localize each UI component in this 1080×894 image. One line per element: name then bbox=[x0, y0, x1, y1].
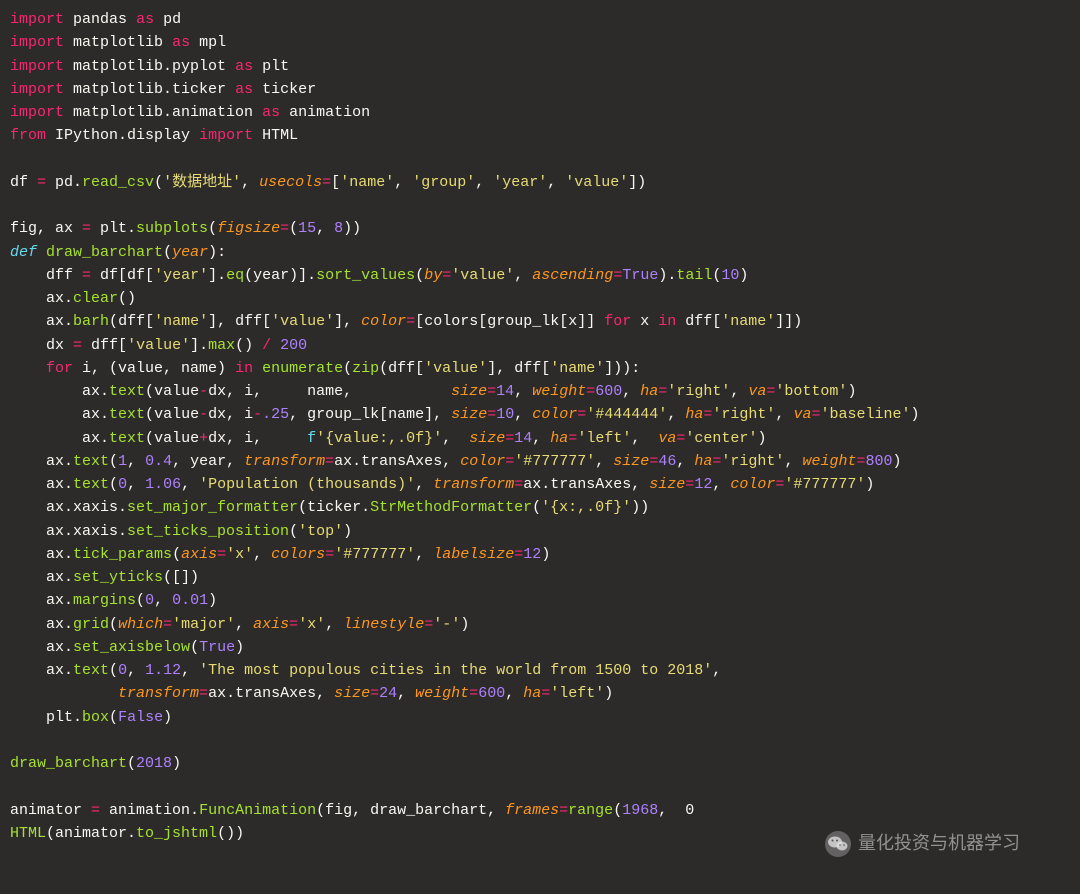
code-line: import matplotlib.ticker as ticker bbox=[10, 81, 316, 98]
code-line: import matplotlib.animation as animation bbox=[10, 104, 370, 121]
code-line: plt.box(False) bbox=[10, 709, 172, 726]
code-line: df = pd.read_csv('数据地址', usecols=['name'… bbox=[10, 174, 646, 191]
code-line: ax.text(0, 1.06, 'Population (thousands)… bbox=[10, 476, 874, 493]
code-line: transform=ax.transAxes, size=24, weight=… bbox=[10, 685, 613, 702]
code-line: ax.clear() bbox=[10, 290, 136, 307]
code-line: ax.margins(0, 0.01) bbox=[10, 592, 217, 609]
code-line: animator = animation.FuncAnimation(fig, … bbox=[10, 802, 694, 819]
code-editor: import pandas as pd import matplotlib as… bbox=[10, 8, 1070, 845]
code-line: ax.text(value-dx, i-.25, group_lk[name],… bbox=[10, 406, 920, 423]
code-line: ax.text(0, 1.12, 'The most populous citi… bbox=[10, 662, 721, 679]
code-line: dff = df[df['year'].eq(year)].sort_value… bbox=[10, 267, 748, 284]
code-line: ax.barh(dff['name'], dff['value'], color… bbox=[10, 313, 802, 330]
code-line: ax.set_yticks([]) bbox=[10, 569, 199, 586]
code-line: fig, ax = plt.subplots(figsize=(15, 8)) bbox=[10, 220, 361, 237]
code-line: import matplotlib as mpl bbox=[10, 34, 226, 51]
wechat-watermark-text: 量化投资与机器学习 bbox=[858, 830, 1020, 858]
code-line: ax.xaxis.set_major_formatter(ticker.StrM… bbox=[10, 499, 649, 516]
code-line: ax.tick_params(axis='x', colors='#777777… bbox=[10, 546, 550, 563]
code-line: ax.grid(which='major', axis='x', linesty… bbox=[10, 616, 469, 633]
code-line: from IPython.display import HTML bbox=[10, 127, 298, 144]
wechat-watermark: 量化投资与机器学习 bbox=[824, 830, 1020, 858]
code-line: draw_barchart(2018) bbox=[10, 755, 181, 772]
code-line: import pandas as pd bbox=[10, 11, 181, 28]
code-line: dx = dff['value'].max() / 200 bbox=[10, 337, 307, 354]
code-line: HTML(animator.to_jshtml()) bbox=[10, 825, 244, 842]
code-line: def draw_barchart(year): bbox=[10, 244, 226, 261]
wechat-icon bbox=[824, 830, 852, 858]
code-line: ax.set_axisbelow(True) bbox=[10, 639, 244, 656]
code-line: ax.text(value+dx, i, f'{value:,.0f}', si… bbox=[10, 430, 766, 447]
code-line: import matplotlib.pyplot as plt bbox=[10, 58, 289, 75]
code-line: ax.text(value-dx, i, name, size=14, weig… bbox=[10, 383, 856, 400]
code-line: ax.xaxis.set_ticks_position('top') bbox=[10, 523, 352, 540]
code-line: ax.text(1, 0.4, year, transform=ax.trans… bbox=[10, 453, 902, 470]
code-line: for i, (value, name) in enumerate(zip(df… bbox=[10, 360, 640, 377]
